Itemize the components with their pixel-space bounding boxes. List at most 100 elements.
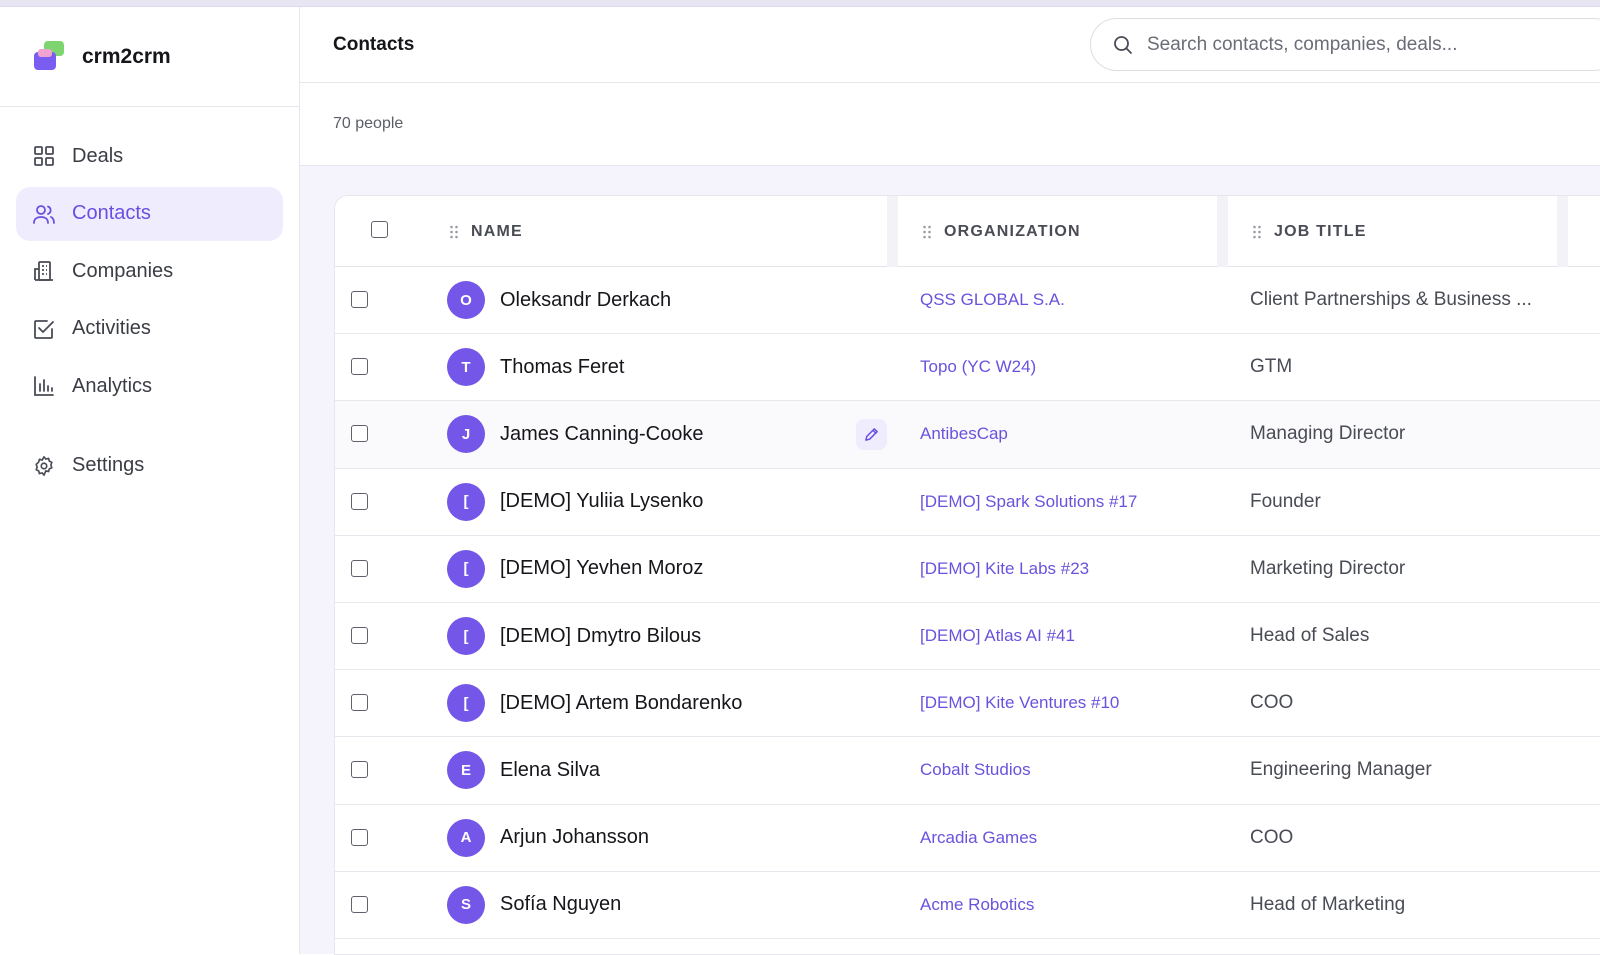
contact-name[interactable]: James Canning-Cooke xyxy=(500,423,703,446)
sidebar-item-companies[interactable]: Companies xyxy=(16,244,283,298)
column-divider[interactable] xyxy=(1217,196,1228,267)
sidebar-item-label: Contacts xyxy=(72,202,151,224)
sidebar-item-label: Analytics xyxy=(72,374,153,397)
table-header: NAME ORGANIZATION JOB TITLE xyxy=(335,196,1600,267)
sidebar-item-label: Activities xyxy=(72,317,151,339)
contact-name[interactable]: [DEMO] Yevhen Moroz xyxy=(500,557,703,580)
column-divider[interactable] xyxy=(887,196,898,267)
organization-link[interactable]: [DEMO] Kite Ventures #10 xyxy=(920,693,1119,713)
brand-name: crm2crm xyxy=(82,44,171,68)
organization-link[interactable]: Topo (YC W24) xyxy=(920,357,1036,377)
avatar: [ xyxy=(447,684,485,723)
avatar: E xyxy=(447,751,485,790)
search-bar[interactable] xyxy=(1090,18,1600,71)
drag-handle-icon[interactable] xyxy=(1252,225,1262,239)
column-header-organization[interactable]: ORGANIZATION xyxy=(922,196,1081,267)
organization-link[interactable]: [DEMO] Atlas AI #41 xyxy=(920,626,1075,646)
organization-link[interactable]: QSS GLOBAL S.A. xyxy=(920,290,1065,310)
job-title: GTM xyxy=(1250,356,1293,378)
row-checkbox[interactable] xyxy=(351,425,368,443)
sidebar-item-settings[interactable]: Settings xyxy=(16,439,283,493)
job-title: Head of Sales xyxy=(1250,625,1370,647)
top-accent-bar xyxy=(0,0,1600,7)
table-row[interactable]: S Sofía Nguyen Acme Robotics Head of Mar… xyxy=(335,872,1600,939)
job-title: Head of Marketing xyxy=(1250,893,1406,915)
table-row[interactable]: [ [DEMO] Dmytro Bilous [DEMO] Atlas AI #… xyxy=(335,603,1600,671)
edit-button[interactable] xyxy=(856,418,887,450)
logo-icon xyxy=(32,40,66,74)
table-row[interactable]: [ [DEMO] Yuliia Lysenko [DEMO] Spark Sol… xyxy=(335,469,1600,536)
avatar: S xyxy=(447,885,485,924)
sidebar: crm2crm Deals Contacts Companies Activit… xyxy=(0,7,300,954)
job-title: COO xyxy=(1250,692,1294,714)
contact-name[interactable]: Arjun Johansson xyxy=(500,826,649,849)
row-checkbox[interactable] xyxy=(351,694,368,712)
job-title: Founder xyxy=(1250,490,1321,512)
table-row[interactable]: [ [DEMO] Artem Bondarenko [DEMO] Kite Ve… xyxy=(335,670,1600,738)
column-divider[interactable] xyxy=(1557,196,1568,267)
contact-name[interactable]: [DEMO] Artem Bondarenko xyxy=(500,692,742,715)
row-checkbox[interactable] xyxy=(351,291,368,308)
row-checkbox[interactable] xyxy=(351,559,368,577)
contact-name[interactable]: Thomas Feret xyxy=(500,356,624,379)
table-row[interactable]: A Arjun Johansson Arcadia Games COO xyxy=(335,805,1600,872)
organization-link[interactable]: AntibesCap xyxy=(920,424,1008,444)
row-checkbox[interactable] xyxy=(351,761,368,779)
job-title: Engineering Manager xyxy=(1250,759,1432,781)
job-title: Marketing Director xyxy=(1250,557,1406,579)
people-count: 70 people xyxy=(333,115,404,132)
drag-handle-icon[interactable] xyxy=(449,225,459,239)
job-title: COO xyxy=(1250,826,1294,848)
row-checkbox[interactable] xyxy=(351,492,368,510)
search-input[interactable] xyxy=(1147,33,1547,56)
sidebar-item-analytics[interactable]: Analytics xyxy=(16,359,283,413)
search-icon xyxy=(1114,35,1132,54)
main-content: Contacts 70 people NAME ORGANIZATION xyxy=(300,7,1600,955)
sidebar-item-label: Deals xyxy=(72,144,124,167)
sidebar-item-activities[interactable]: Activities xyxy=(16,302,283,356)
avatar: [ xyxy=(447,617,485,656)
page-header: Contacts xyxy=(300,7,1600,83)
job-title: Managing Director xyxy=(1250,423,1406,445)
checkbox-icon xyxy=(32,317,56,341)
column-label: NAME xyxy=(471,222,523,240)
avatar: A xyxy=(447,818,485,857)
contact-name[interactable]: [DEMO] Dmytro Bilous xyxy=(500,625,701,648)
contact-name[interactable]: Sofía Nguyen xyxy=(500,893,621,916)
row-checkbox[interactable] xyxy=(351,828,368,846)
users-icon xyxy=(32,202,56,226)
avatar: [ xyxy=(447,482,485,521)
organization-link[interactable]: Cobalt Studios xyxy=(920,760,1031,780)
row-checkbox[interactable] xyxy=(351,626,368,644)
contacts-table: NAME ORGANIZATION JOB TITLE O Oleksandr … xyxy=(334,195,1600,955)
sidebar-item-deals[interactable]: Deals xyxy=(16,129,283,183)
select-all-checkbox[interactable] xyxy=(371,221,388,238)
contact-name[interactable]: [DEMO] Yuliia Lysenko xyxy=(500,490,703,513)
brand[interactable]: crm2crm xyxy=(0,7,299,107)
avatar: T xyxy=(447,348,485,387)
column-header-name[interactable]: NAME xyxy=(449,196,523,267)
table-row[interactable]: T Thomas Feret Topo (YC W24) GTM xyxy=(335,334,1600,402)
building-icon xyxy=(32,259,56,283)
organization-link[interactable]: Acme Robotics xyxy=(920,895,1034,915)
column-label: JOB TITLE xyxy=(1274,222,1367,240)
organization-link[interactable]: [DEMO] Spark Solutions #17 xyxy=(920,492,1137,512)
row-checkbox[interactable] xyxy=(351,895,368,913)
table-row[interactable]: E Elena Silva Cobalt Studios Engineering… xyxy=(335,737,1600,805)
table-row[interactable]: [ [DEMO] Yevhen Moroz [DEMO] Kite Labs #… xyxy=(335,536,1600,603)
contact-name[interactable]: Elena Silva xyxy=(500,759,600,782)
sidebar-nav: Deals Contacts Companies Activities Anal… xyxy=(0,107,299,493)
grid-icon xyxy=(32,144,56,168)
organization-link[interactable]: Arcadia Games xyxy=(920,828,1037,848)
avatar: O xyxy=(447,281,485,320)
contact-name[interactable]: Oleksandr Derkach xyxy=(500,289,671,312)
row-checkbox[interactable] xyxy=(351,358,368,376)
table-row[interactable]: O Oleksandr Derkach QSS GLOBAL S.A. Clie… xyxy=(335,267,1600,335)
drag-handle-icon[interactable] xyxy=(922,225,932,239)
sidebar-item-label: Settings xyxy=(72,454,145,476)
organization-link[interactable]: [DEMO] Kite Labs #23 xyxy=(920,559,1089,579)
column-header-job-title[interactable]: JOB TITLE xyxy=(1252,196,1367,267)
table-row[interactable]: J James Canning-Cooke AntibesCap Managin… xyxy=(335,401,1600,469)
bar-chart-icon xyxy=(32,374,56,398)
sidebar-item-contacts[interactable]: Contacts xyxy=(16,186,283,241)
